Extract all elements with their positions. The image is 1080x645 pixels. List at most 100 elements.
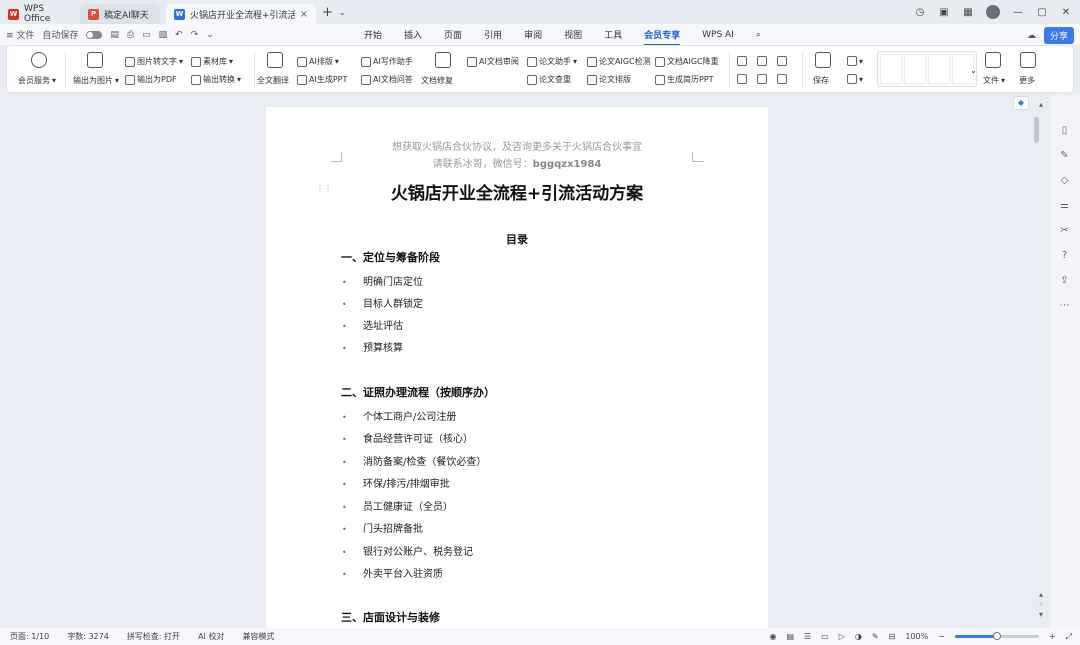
window-icon[interactable]: ▣ xyxy=(938,7,950,18)
tab-wps-office[interactable]: W WPS Office xyxy=(0,4,78,24)
tab-wps-ai[interactable]: WPS AI xyxy=(702,30,734,40)
translate-icon[interactable] xyxy=(267,52,283,68)
scroll-up-icon[interactable]: ▴ xyxy=(1036,100,1046,109)
more-button[interactable]: 更多 xyxy=(1019,75,1035,86)
share-panel-icon[interactable]: ⇪ xyxy=(1059,275,1070,286)
tab-review[interactable]: 审阅 xyxy=(524,28,542,41)
redo-icon[interactable]: ↷ xyxy=(191,30,199,40)
small-tool-5[interactable] xyxy=(757,74,767,84)
more-icon[interactable] xyxy=(1020,52,1036,68)
layout-dropdown[interactable]: ▾ xyxy=(847,74,863,84)
search-icon[interactable]: ⌕ xyxy=(756,30,761,40)
tab-member[interactable]: 会员专享 xyxy=(644,28,681,46)
preview-icon[interactable]: ▧ xyxy=(159,30,168,40)
image-to-text-button[interactable]: 图片转文字 ▾ xyxy=(125,56,183,67)
tab-tools[interactable]: 工具 xyxy=(604,28,622,41)
zoom-in-button[interactable]: + xyxy=(1049,632,1056,641)
output-convert-button[interactable]: 输出转换 ▾ xyxy=(191,74,241,85)
ai-write-button[interactable]: AI写作助手 xyxy=(361,56,413,67)
word-count[interactable]: 字数: 3274 xyxy=(67,631,109,642)
clock-icon[interactable]: ◷ xyxy=(914,7,926,18)
save-button[interactable]: 保存 xyxy=(813,75,829,86)
aigc-reduce-button[interactable]: 文档AIGC降重 xyxy=(655,56,719,67)
tab-insert[interactable]: 插入 xyxy=(404,28,422,41)
print-dropdown[interactable]: ▾ xyxy=(847,56,863,66)
maximize-icon[interactable]: ▢ xyxy=(1036,7,1048,18)
spell-check-toggle[interactable]: 拼写检查: 打开 xyxy=(127,631,180,642)
adjust-icon[interactable]: ⚌ xyxy=(1059,200,1070,211)
export-pdf-button[interactable]: 输出为PDF xyxy=(125,74,177,85)
undo-icon[interactable]: ↶ xyxy=(175,30,183,40)
tools-icon[interactable]: ✂ xyxy=(1059,225,1070,236)
template-thumb[interactable] xyxy=(928,54,950,84)
page-down-icon[interactable]: ▾ xyxy=(1036,610,1046,619)
pencil-icon[interactable]: ✎ xyxy=(872,632,879,641)
page-view-icon[interactable]: ▤ xyxy=(786,632,794,641)
copy-icon[interactable]: ▭ xyxy=(142,30,151,40)
avatar[interactable] xyxy=(986,5,1000,19)
full-translate-button[interactable]: 全文翻译 xyxy=(257,75,289,86)
play-icon[interactable]: ▷ xyxy=(839,632,845,641)
assets-library-button[interactable]: 素材库 ▾ xyxy=(191,56,233,67)
aigc-detect-button[interactable]: 论文AIGC检测 xyxy=(587,56,651,67)
minimize-icon[interactable]: — xyxy=(1012,7,1024,18)
close-window-icon[interactable]: ✕ xyxy=(1060,7,1072,18)
print-icon[interactable]: ⎙ xyxy=(127,30,134,40)
small-tool-4[interactable] xyxy=(737,74,747,84)
layout-icon[interactable]: ⊟ xyxy=(889,632,896,641)
web-view-icon[interactable]: ▭ xyxy=(821,632,829,641)
small-tool-3[interactable] xyxy=(777,56,787,66)
new-tab-icon[interactable]: + xyxy=(322,5,333,20)
apps-icon[interactable]: ▦ xyxy=(962,7,974,18)
export-image-icon[interactable] xyxy=(87,52,103,68)
paper-assistant-button[interactable]: 论文助手 ▾ xyxy=(527,56,577,67)
tab-home[interactable]: 开始 xyxy=(364,28,382,41)
file-icon[interactable] xyxy=(985,52,1001,68)
save-icon[interactable] xyxy=(815,52,831,68)
outline-icon[interactable]: ☰ xyxy=(804,632,811,641)
resume-ppt-button[interactable]: 生成简历PPT xyxy=(655,74,714,85)
location-pin-icon[interactable]: ◆ xyxy=(1013,96,1029,110)
close-tab-icon[interactable]: × xyxy=(300,9,308,20)
small-tool-1[interactable] xyxy=(737,56,747,66)
ai-qa-button[interactable]: AI文档问答 xyxy=(361,74,413,85)
small-tool-2[interactable] xyxy=(757,56,767,66)
template-thumb[interactable] xyxy=(880,54,902,84)
page-indicator[interactable]: 页面: 1/10 xyxy=(10,631,49,642)
template-thumb[interactable] xyxy=(904,54,926,84)
small-tool-6[interactable] xyxy=(777,74,787,84)
auto-save-toggle[interactable] xyxy=(86,30,103,39)
tab-ai-chat[interactable]: P 稿定AI聊天 xyxy=(80,4,160,24)
bookmark-icon[interactable]: ▯ xyxy=(1059,125,1070,136)
save-icon[interactable]: ▤ xyxy=(110,30,119,40)
fit-icon[interactable]: ⤢ xyxy=(1066,632,1072,642)
member-service-icon[interactable] xyxy=(31,52,47,68)
tab-view[interactable]: 视图 xyxy=(564,28,582,41)
gallery-expand-icon[interactable]: ⌄ xyxy=(970,66,977,75)
tab-references[interactable]: 引用 xyxy=(484,28,502,41)
tab-list-chevron-icon[interactable]: ⌄ xyxy=(339,8,346,17)
tab-page[interactable]: 页面 xyxy=(444,28,462,41)
paper-layout-button[interactable]: 论文排版 xyxy=(587,74,631,85)
help-icon[interactable]: ? xyxy=(1059,250,1070,261)
ai-review-button[interactable]: AI文档审阅 xyxy=(467,56,519,67)
cloud-icon[interactable]: ☁ xyxy=(1027,31,1036,41)
pen-icon[interactable]: ✎ xyxy=(1059,150,1070,161)
ai-ppt-button[interactable]: AI生成PPT xyxy=(297,74,347,85)
share-button[interactable]: 分享 xyxy=(1043,27,1074,44)
doc-repair-icon[interactable] xyxy=(435,52,451,68)
read-icon[interactable]: ◑ xyxy=(855,632,862,641)
zoom-slider[interactable] xyxy=(954,632,1039,640)
plagiarism-check-button[interactable]: 论文查重 xyxy=(527,74,571,85)
ai-proofread[interactable]: AI 校对 xyxy=(198,631,224,642)
zoom-out-button[interactable]: − xyxy=(938,632,945,641)
template-gallery[interactable] xyxy=(877,51,977,87)
tab-document[interactable]: W 火锅店开业全流程+引流活动方案... × xyxy=(166,4,316,24)
export-image-button[interactable]: 输出为图片 ▾ xyxy=(73,75,119,86)
vertical-scrollbar[interactable] xyxy=(1034,117,1039,143)
page-up-icon[interactable]: ▴ xyxy=(1036,590,1046,599)
document-page[interactable]: 想获取火锅店合伙协议，及咨询更多关于火锅店合伙事宜 请联系冰哥，微信号：bggq… xyxy=(266,107,768,628)
ai-layout-button[interactable]: AI排版 ▾ xyxy=(297,56,339,67)
doc-repair-button[interactable]: 文档修复 xyxy=(421,75,453,86)
member-service-button[interactable]: 会员服务 ▾ xyxy=(18,75,56,86)
